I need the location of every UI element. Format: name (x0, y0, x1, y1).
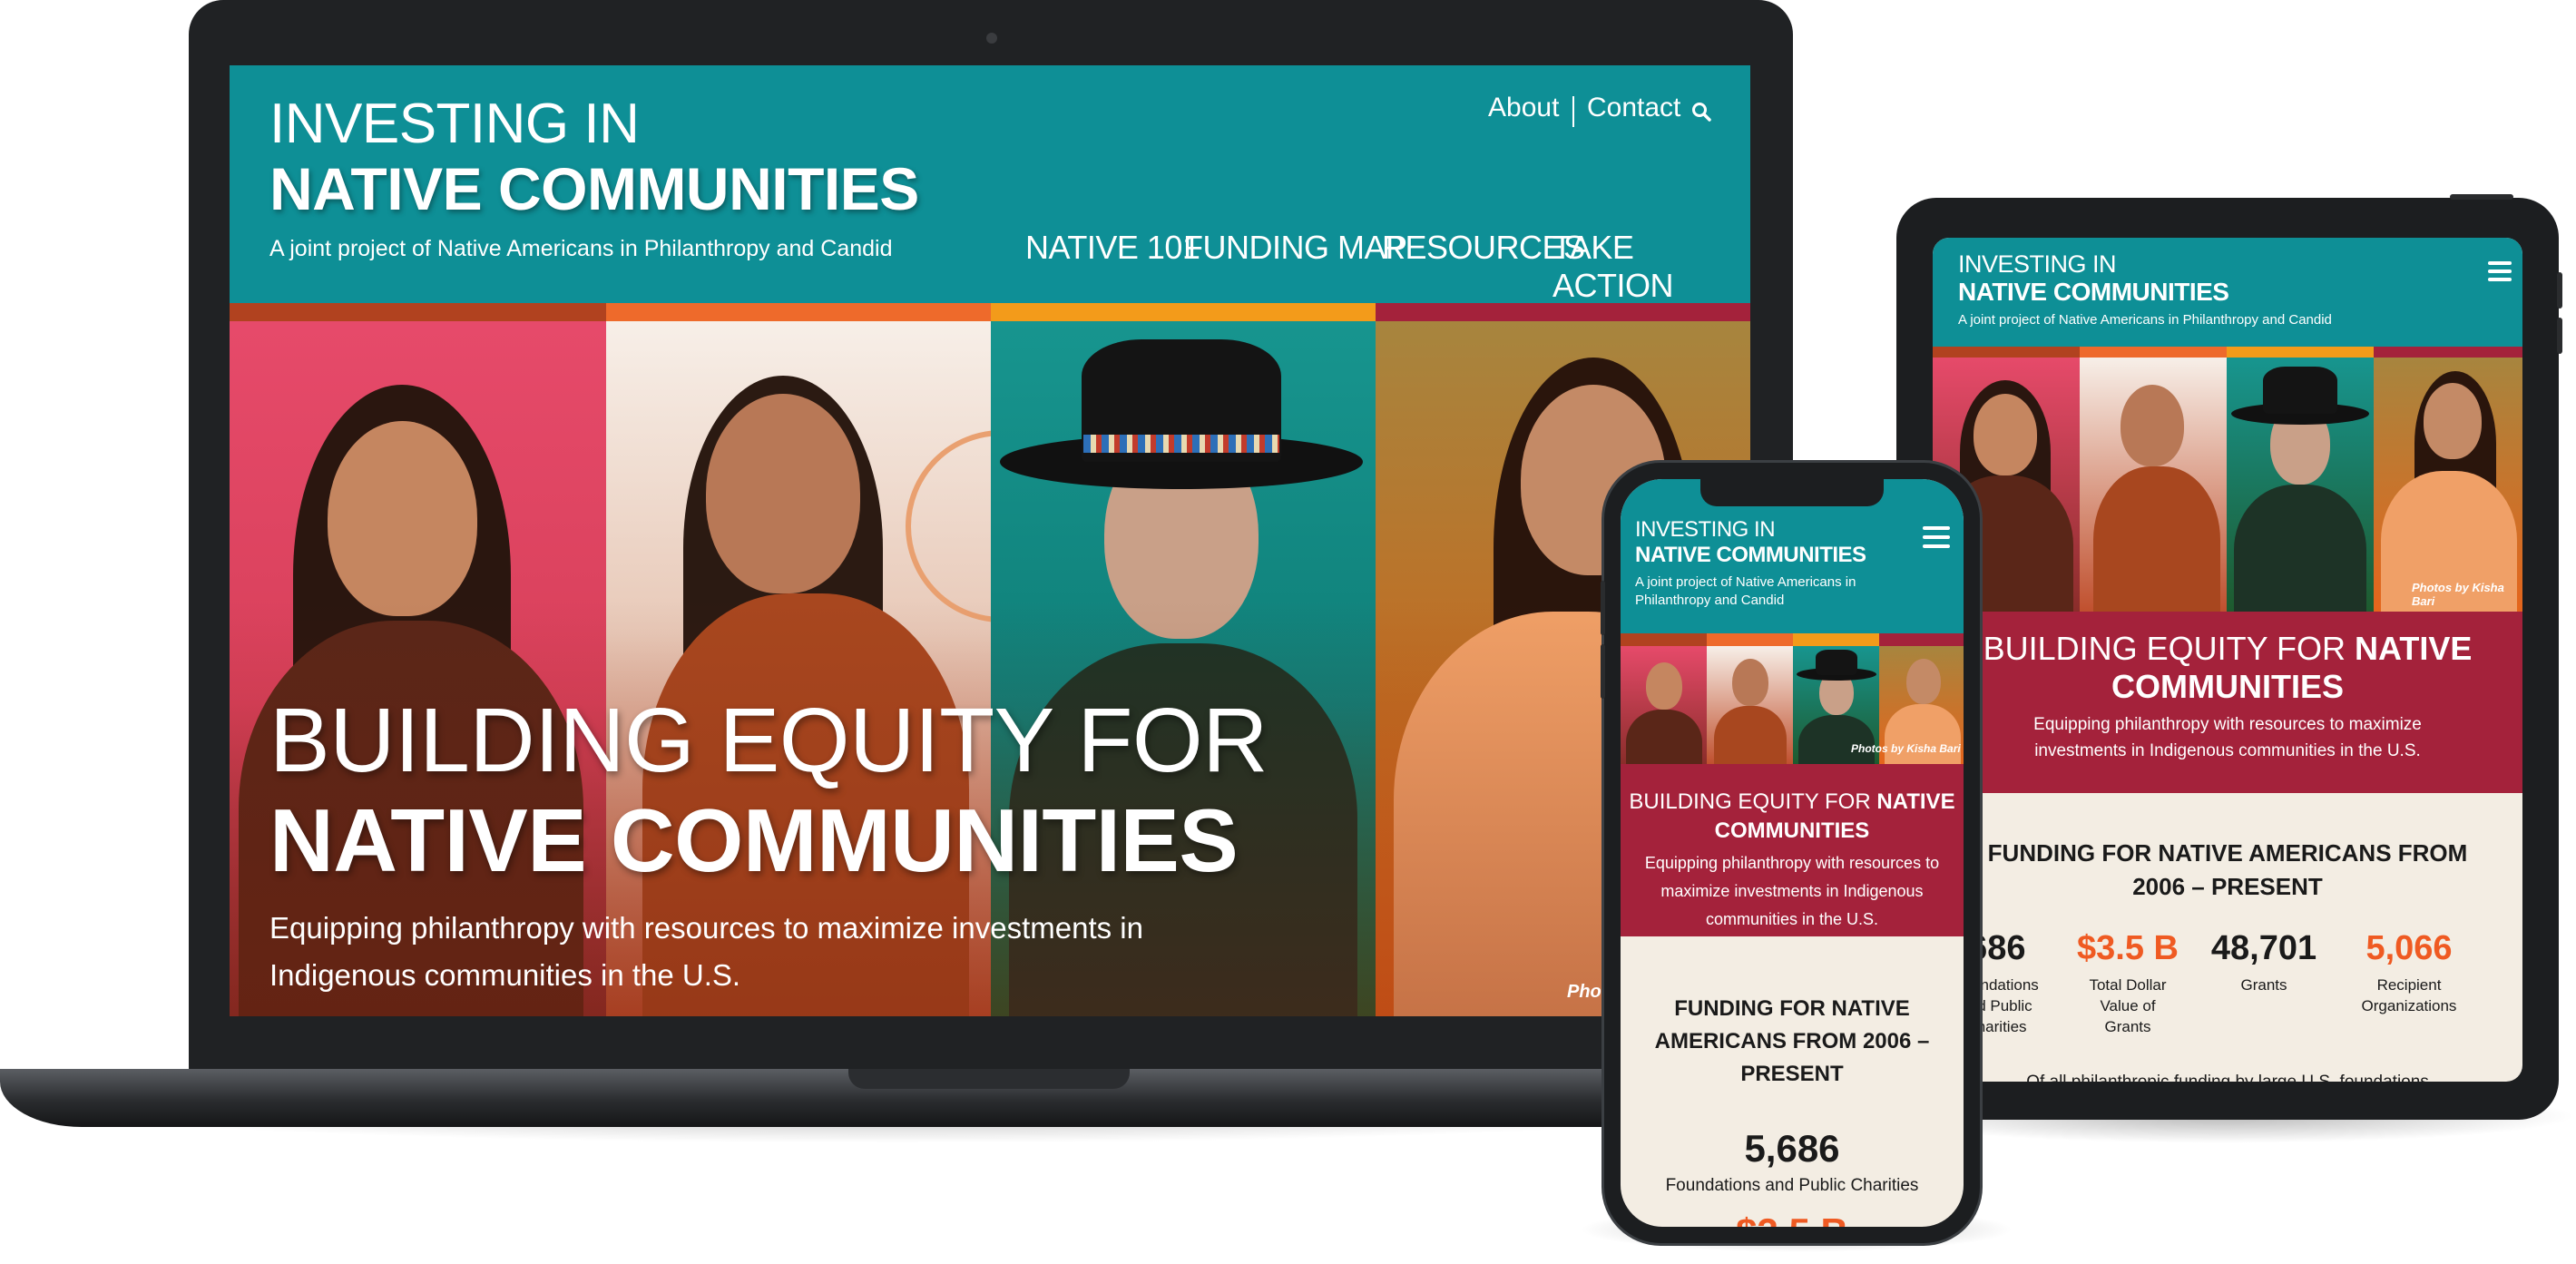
tablet-photo-2 (2080, 358, 2227, 612)
nav-take-action[interactable]: TAKE ACTION (1552, 229, 1750, 305)
hamburger-menu-icon[interactable] (2488, 261, 2512, 283)
tablet-button-side (2557, 272, 2562, 309)
phone-side-button (1601, 581, 1605, 635)
nav-native-101[interactable]: NATIVE 101 (1025, 229, 1200, 267)
phone-title-line2[interactable]: NATIVE COMMUNITIES (1635, 543, 1866, 568)
laptop-screen: INVESTING IN NATIVE COMMUNITIES A joint … (230, 65, 1750, 1016)
tablet-hero-headline-lead: BUILDING EQUITY FOR (1983, 630, 2346, 667)
phone-stat-dollar-value-partial: $3.5 B (1621, 1210, 1964, 1227)
tablet-funding-heading: FUNDING FOR NATIVE AMERICANS FROM 2006 –… (1987, 839, 2468, 900)
laptop-camera (986, 33, 997, 44)
phone-stripe-gold (1793, 633, 1879, 646)
phone-title-line1[interactable]: INVESTING IN (1635, 517, 1776, 543)
hero-subtext-line2: Indigenous communities in the U.S. (269, 958, 741, 992)
phone-hero-headline-bold2: COMMUNITIES (1714, 818, 1870, 843)
search-icon[interactable] (1691, 102, 1711, 122)
tablet-stat-recipients-label: Recipient Organizations (2361, 976, 2457, 1014)
stripe-rust (230, 303, 606, 321)
tablet-stat-grants-label: Grants (2240, 976, 2287, 994)
phone-hero-headline-lead: BUILDING EQUITY FOR (1629, 789, 1871, 814)
tablet-button-top (2450, 194, 2513, 200)
phone-photo-2 (1707, 646, 1793, 764)
tablet-stripe-red (2374, 347, 2522, 358)
phone-photo-credit: Photos by Kisha Bari (1851, 742, 1961, 755)
tablet-screen: INVESTING IN NATIVE COMMUNITIES A joint … (1933, 238, 2522, 1082)
tablet-title-line1[interactable]: INVESTING IN (1958, 250, 2117, 279)
phone-stat-foundations-value: 5,686 (1744, 1127, 1840, 1170)
tablet-button-side2 (2557, 318, 2562, 354)
tablet-hero-subtext: Equipping philanthropy with resources to… (2033, 715, 2422, 760)
tablet-photo-4 (2374, 358, 2522, 612)
tablet-title-line2[interactable]: NATIVE COMMUNITIES (1958, 278, 2229, 307)
hero-headline-line1: BUILDING EQUITY FOR (269, 690, 1268, 791)
phone-funding-heading: FUNDING FOR NATIVE AMERICANS FROM 2006 –… (1654, 996, 1930, 1086)
tablet-funding-footnote: Of all philanthropic funding by large U.… (1969, 1073, 2486, 1082)
stripe-orange (606, 303, 991, 321)
tablet-tagline: A joint project of Native Americans in P… (1958, 312, 2332, 328)
site-title-line1[interactable]: INVESTING IN (269, 93, 640, 156)
nav-funding-map[interactable]: FUNDING MAP (1183, 229, 1407, 267)
hero-subtext-line1: Equipping philanthropy with resources to… (269, 911, 1143, 945)
hero-photo-credit: Phot (1567, 982, 1608, 1002)
tablet-stat-dollar-value: $3.5 B (2077, 929, 2179, 967)
phone-screen: INVESTING IN NATIVE COMMUNITIES A joint … (1621, 479, 1964, 1227)
tablet-stat-recipients-value: 5,066 (2365, 929, 2453, 967)
tablet-hero-headline-bold2: COMMUNITIES (2111, 668, 2344, 705)
site-tagline: A joint project of Native Americans in P… (269, 236, 893, 261)
phone-tagline: A joint project of Native Americans in P… (1635, 574, 1856, 608)
phone-stripe-rust (1621, 633, 1707, 646)
contact-link[interactable]: Contact (1587, 93, 1680, 123)
phone-notch (1700, 479, 1884, 506)
tablet-hero-headline-bold: NATIVE (2355, 630, 2473, 667)
tablet-photo-credit: Photos by Kisha Bari (2412, 581, 2504, 608)
phone-side-button-2 (1601, 644, 1605, 699)
site-title-line2[interactable]: NATIVE COMMUNITIES (269, 156, 919, 221)
stripe-red (1376, 303, 1750, 321)
phone-photo-1 (1621, 646, 1707, 764)
phone-hero-subtext: Equipping philanthropy with resources to… (1644, 854, 1940, 928)
tablet-stat-dollar-label: Total Dollar Value of Grants (2089, 976, 2167, 1035)
tablet-stripe-orange (2080, 347, 2227, 358)
phone-stripe-red (1879, 633, 1964, 646)
phone-stat-foundations-label: Foundations and Public Charities (1665, 1176, 1919, 1195)
phone-hero-headline: BUILDING EQUITY FOR NATIVE COMMUNITIES (1621, 788, 1964, 846)
tablet-stripe-rust (1933, 347, 2080, 358)
top-link-divider (1572, 96, 1574, 127)
about-link[interactable]: About (1488, 93, 1559, 123)
phone-hamburger-menu-icon[interactable] (1923, 526, 1950, 552)
tablet-stat-grants-value: 48,701 (2210, 929, 2317, 967)
laptop-notch (848, 1069, 1130, 1089)
tablet-hero-headline: BUILDING EQUITY FOR NATIVE COMMUNITIES (1933, 630, 2522, 706)
phone-hero-headline-bold: NATIVE (1876, 789, 1955, 814)
phone-stripe-orange (1707, 633, 1793, 646)
tablet-stripe-gold (2227, 347, 2374, 358)
tablet-photo-3 (2227, 358, 2374, 612)
stripe-gold (991, 303, 1376, 321)
hero-headline-line2: NATIVE COMMUNITIES (269, 790, 1239, 890)
